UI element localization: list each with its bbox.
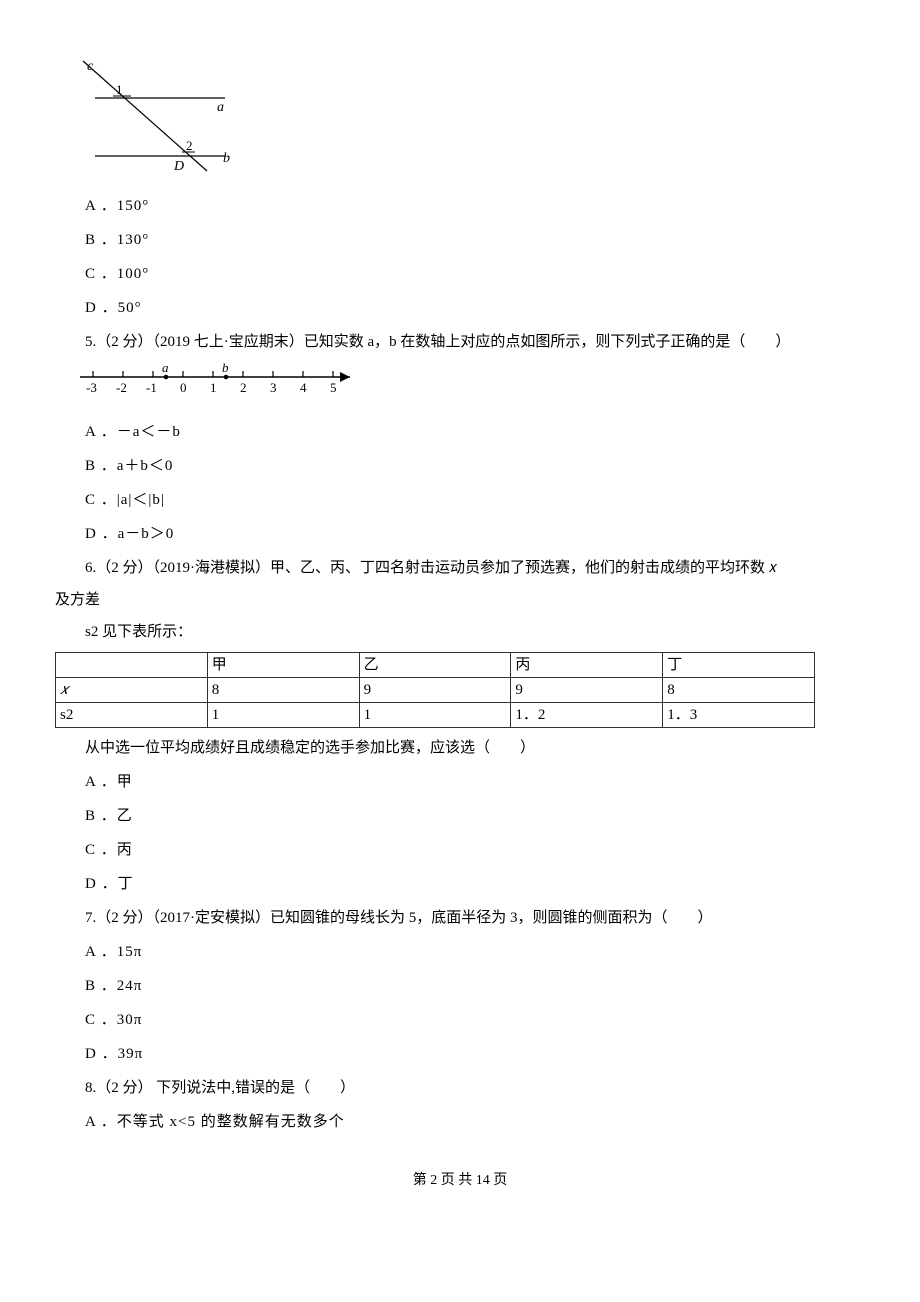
table-cell: 丁 [663,653,815,678]
svg-text:a: a [162,362,169,375]
q6-table: 甲 乙 丙 丁 𝑥 8 9 9 8 s2 1 1 1．2 1．3 [55,652,815,728]
q7-stem: 7.（2 分）（2017·定安模拟）已知圆锥的母线长为 5，底面半径为 3，则圆… [55,906,865,930]
svg-text:c: c [87,59,94,74]
q4-option-d[interactable]: D ．50° [55,296,865,320]
q5-option-c-expr: |a|＜|b| [117,492,165,508]
q6-option-a[interactable]: A ．甲 [55,770,865,794]
q4-option-c[interactable]: C ．100° [55,262,865,286]
svg-text:5: 5 [330,380,337,395]
table-cell: 8 [207,678,359,703]
q4-option-b[interactable]: B ．130° [55,228,865,252]
q5-number-line: -3 -2 -1 a 0 1 b 2 3 4 5 [75,362,865,410]
x-bar-symbol: 𝑥 [60,682,68,698]
q4-diagram: a b c 1 2 D [65,56,865,184]
svg-text:-3: -3 [86,380,97,395]
table-cell: 9 [511,678,663,703]
svg-text:D: D [173,159,184,174]
table-cell: 1 [359,703,511,728]
q5-option-c[interactable]: C ．|a|＜|b| [55,488,865,512]
svg-text:0: 0 [180,380,187,395]
table-cell: 1 [207,703,359,728]
table-cell: 1．2 [511,703,663,728]
svg-text:-1: -1 [146,380,157,395]
q5-option-c-prefix: C ． [85,492,117,508]
q6-stem-line1: 6.（2 分）（2019·海港模拟）甲、乙、丙、丁四名射击运动员参加了预选赛，他… [55,556,865,580]
svg-text:b: b [223,151,230,166]
table-cell: 𝑥 [56,678,208,703]
table-cell: 9 [359,678,511,703]
q7-option-a[interactable]: A ．15π [55,940,865,964]
svg-text:b: b [222,362,229,375]
q5-option-b[interactable]: B ．a＋b＜0 [55,454,865,478]
svg-text:1: 1 [116,82,123,97]
svg-text:2: 2 [240,380,247,395]
table-cell: 8 [663,678,815,703]
q5-option-a[interactable]: A ．－a＜－b [55,420,865,444]
table-cell [56,653,208,678]
table-cell: 丙 [511,653,663,678]
svg-text:-2: -2 [116,380,127,395]
table-row: s2 1 1 1．2 1．3 [56,703,815,728]
svg-text:1: 1 [210,380,217,395]
table-cell: 1．3 [663,703,815,728]
q6-option-d[interactable]: D ．丁 [55,872,865,896]
table-cell: 甲 [207,653,359,678]
page-footer: 第 2 页 共 14 页 [55,1170,865,1192]
svg-text:4: 4 [300,380,307,395]
q6-stem-line3: s2 见下表所示： [55,620,865,644]
svg-text:3: 3 [270,380,277,395]
table-cell: 乙 [359,653,511,678]
q6-stem-line2: 及方差 [55,588,865,612]
q7-option-b[interactable]: B ．24π [55,974,865,998]
q5-stem: 5.（2 分）（2019 七上·宝应期末）已知实数 a，b 在数轴上对应的点如图… [55,330,865,354]
q4-option-a[interactable]: A ．150° [55,194,865,218]
svg-text:2: 2 [186,138,193,153]
q8-stem: 8.（2 分） 下列说法中,错误的是（ ） [55,1076,865,1100]
table-cell: s2 [56,703,208,728]
q7-option-d[interactable]: D ．39π [55,1042,865,1066]
q7-option-c[interactable]: C ．30π [55,1008,865,1032]
q5-option-d[interactable]: D ．a－b＞0 [55,522,865,546]
table-row: 𝑥 8 9 9 8 [56,678,815,703]
table-row: 甲 乙 丙 丁 [56,653,815,678]
svg-text:a: a [217,100,224,115]
q6-option-c[interactable]: C ．丙 [55,838,865,862]
q8-option-a[interactable]: A ．不等式 x<5 的整数解有无数多个 [55,1110,865,1134]
q6-option-b[interactable]: B ．乙 [55,804,865,828]
q6-followup: 从中选一位平均成绩好且成绩稳定的选手参加比赛，应该选（ ） [55,736,865,760]
